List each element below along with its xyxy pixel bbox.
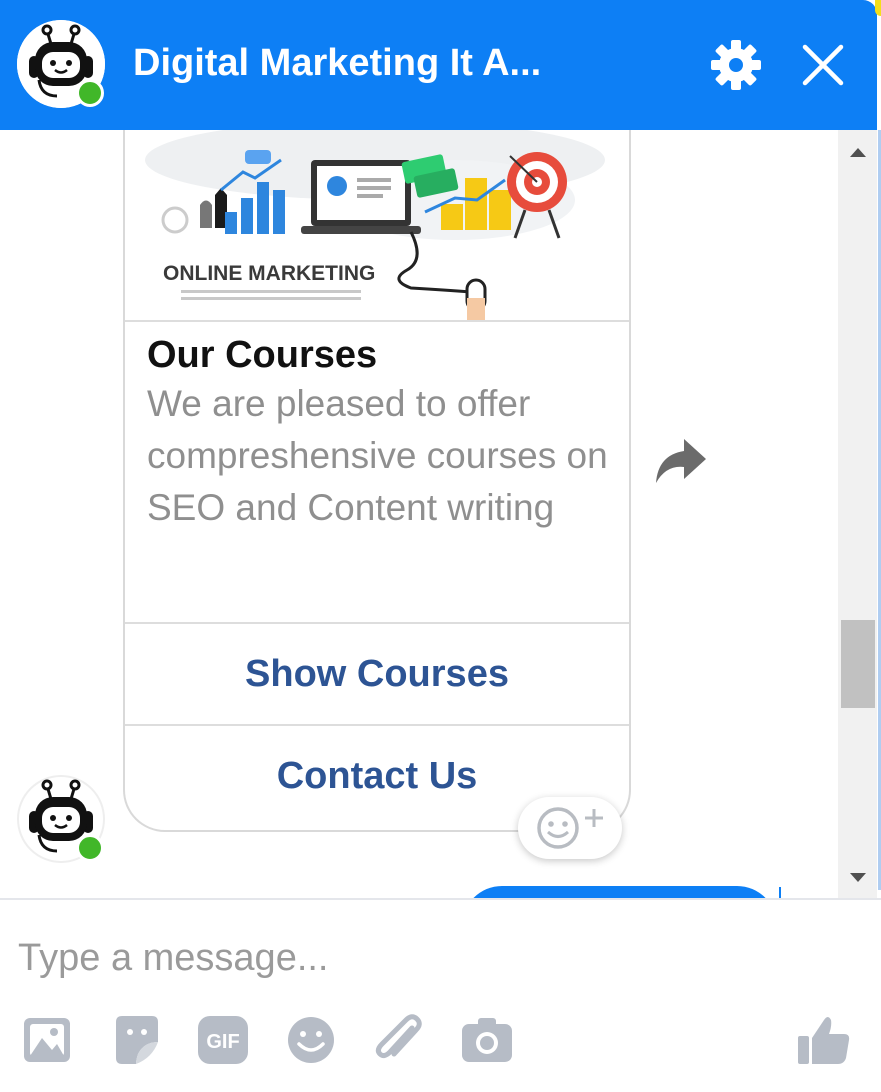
course-card: ONLINE MARKETING Our Courses We are plea… — [123, 130, 631, 832]
message-list[interactable]: ONLINE MARKETING Our Courses We are plea… — [0, 130, 838, 898]
scroll-up-arrow-icon[interactable] — [848, 146, 868, 158]
like-button[interactable] — [796, 1012, 852, 1068]
emoji-button[interactable] — [284, 1012, 340, 1068]
bot-message-avatar[interactable] — [17, 775, 105, 863]
scrollbar-thumb[interactable] — [841, 620, 875, 708]
scrollbar[interactable] — [838, 130, 877, 898]
gear-icon — [711, 40, 761, 90]
online-marketing-illustration-icon: ONLINE MARKETING — [125, 130, 629, 320]
thumbs-up-icon — [798, 1017, 850, 1064]
bubble-edge — [779, 887, 781, 898]
sticker-button[interactable] — [108, 1012, 164, 1068]
share-icon — [656, 439, 706, 483]
close-button[interactable] — [801, 43, 845, 87]
add-reaction-icon — [537, 807, 603, 849]
show-courses-button[interactable]: Show Courses — [125, 622, 629, 724]
bot-avatar[interactable] — [17, 20, 105, 108]
card-image: ONLINE MARKETING — [125, 130, 629, 322]
camera-button[interactable] — [460, 1012, 516, 1068]
online-status-dot — [76, 79, 104, 107]
settings-button[interactable] — [709, 38, 763, 92]
gif-label: GIF — [206, 1031, 239, 1053]
online-status-dot — [76, 834, 104, 862]
attach-file-button[interactable] — [372, 1012, 428, 1068]
close-icon — [802, 44, 844, 86]
card-image-caption: ONLINE MARKETING — [163, 262, 375, 285]
card-title: Our Courses — [147, 334, 378, 376]
composer-divider — [0, 898, 881, 900]
window-edge-accent — [875, 0, 881, 16]
gif-icon: GIF — [198, 1016, 248, 1064]
attachment-icon — [375, 1014, 422, 1059]
gif-button[interactable]: GIF — [196, 1012, 252, 1068]
add-reaction-button[interactable] — [518, 797, 622, 859]
emoji-icon — [288, 1017, 334, 1063]
message-input[interactable] — [18, 930, 778, 986]
chat-header: Digital Marketing It A... — [0, 0, 877, 130]
card-subtitle: We are pleased to offer compreshensive c… — [147, 383, 608, 528]
share-button[interactable] — [652, 435, 708, 492]
send-image-button[interactable] — [20, 1012, 76, 1068]
camera-icon — [462, 1018, 512, 1062]
user-message-bubble — [462, 886, 777, 898]
image-icon — [24, 1018, 70, 1062]
scroll-down-arrow-icon[interactable] — [848, 872, 868, 884]
page-title: Digital Marketing It A... — [133, 42, 542, 84]
sticker-icon — [116, 1016, 158, 1064]
